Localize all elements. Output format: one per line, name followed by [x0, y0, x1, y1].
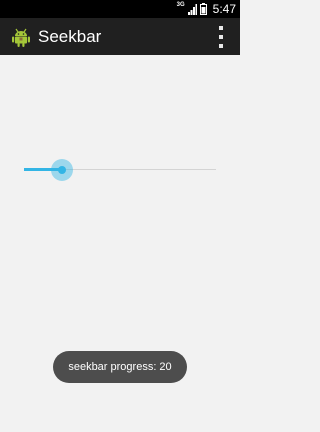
seekbar-thumb-core [58, 166, 66, 174]
seekbar[interactable] [24, 158, 216, 182]
clock: 5:47 [212, 2, 236, 16]
app-title: Seekbar [38, 26, 102, 46]
battery-icon [199, 3, 207, 15]
status-icons: 3G 5:47 [177, 0, 236, 18]
signal-icon [187, 3, 197, 15]
android-icon [12, 28, 30, 47]
overflow-menu-button[interactable] [214, 26, 228, 48]
toast-message: seekbar progress: 20 [53, 351, 187, 383]
more-vert-icon [219, 26, 223, 30]
status-bar: 3G 5:47 [0, 0, 240, 18]
action-bar: Seekbar [0, 18, 240, 55]
seekbar-thumb[interactable] [51, 159, 73, 181]
network-type: 3G [176, 2, 185, 8]
